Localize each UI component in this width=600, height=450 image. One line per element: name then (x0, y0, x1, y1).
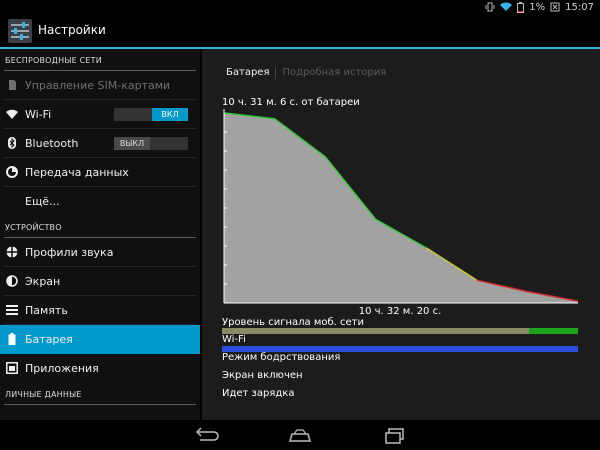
storage-icon (6, 305, 18, 315)
wifi-label: Wi-Fi (222, 334, 246, 345)
app-title: Настройки (38, 23, 106, 37)
sound-icon (6, 246, 18, 258)
section-header-wireless: БЕСПРОВОДНЫЕ СЕТИ (0, 49, 200, 71)
sidebar-item-display[interactable]: Экран (0, 267, 200, 296)
wifi-toggle[interactable]: ВКЛ (114, 108, 188, 121)
sidebar-item-apps[interactable]: Приложения (0, 354, 200, 383)
sidebar-item-sim[interactable]: Управление SIM-картами (0, 71, 200, 100)
section-header-personal: ЛИЧНЫЕ ДАННЫЕ (0, 383, 200, 405)
sim-icon (9, 80, 16, 90)
battery-icon (8, 333, 16, 345)
settings-sidebar: БЕСПРОВОДНЫЕ СЕТИ Управление SIM-картами… (0, 49, 200, 420)
sidebar-item-sound-profiles[interactable]: Профили звука (0, 238, 200, 267)
sidebar-item-storage[interactable]: Память (0, 296, 200, 325)
signal-label: Уровень сигнала моб. сети (222, 317, 364, 328)
battery-time-label: 10 ч. 31 м. 6 с. от батареи (222, 97, 360, 108)
recent-apps-icon[interactable] (376, 424, 416, 446)
data-usage-icon (6, 166, 18, 178)
bluetooth-toggle[interactable]: ВЫКЛ (114, 137, 188, 150)
tab-battery[interactable]: Батарея (226, 67, 269, 79)
signal-bar-good (529, 328, 578, 334)
bluetooth-icon (8, 137, 16, 149)
clock: 15:07 (565, 1, 594, 13)
status-bar: 1% 15:07 (0, 0, 600, 14)
settings-app-icon[interactable] (8, 19, 32, 43)
battery-tabs: Батарея Подробная история (226, 67, 386, 79)
battery-percent: 1% (529, 1, 546, 13)
data-status-icon (550, 2, 560, 12)
sidebar-item-more[interactable]: Ещё... (0, 187, 200, 216)
battery-status-icon (517, 1, 525, 13)
tab-history[interactable]: Подробная история (282, 67, 386, 79)
battery-level-area (224, 113, 578, 303)
navigation-bar (0, 420, 600, 450)
sidebar-item-wifi[interactable]: Wi-Fi ВКЛ (0, 100, 200, 129)
chart-time-label: 10 ч. 32 м. 20 с. (358, 306, 442, 317)
vibrate-icon (485, 2, 495, 12)
sidebar-item-bluetooth[interactable]: Bluetooth ВЫКЛ (0, 129, 200, 158)
sidebar-item-battery[interactable]: Батарея (0, 325, 200, 354)
screen-on-label: Экран включен (222, 370, 303, 381)
awake-label: Режим бодрствования (222, 352, 341, 363)
charging-label: Идет зарядка (222, 388, 295, 399)
apps-icon (6, 362, 18, 374)
wifi-status-icon (500, 2, 513, 11)
back-icon[interactable] (186, 424, 226, 446)
section-header-device: УСТРОЙСТВО (0, 216, 200, 238)
battery-chart (223, 109, 578, 304)
action-bar: Настройки (0, 14, 600, 49)
battery-panel: Батарея Подробная история 10 ч. 31 м. 6 … (202, 49, 600, 420)
display-icon (6, 275, 18, 287)
home-icon[interactable] (280, 424, 320, 446)
signal-bar-poor (222, 328, 529, 334)
sidebar-item-data-usage[interactable]: Передача данных (0, 158, 200, 187)
wifi-icon (6, 109, 18, 119)
